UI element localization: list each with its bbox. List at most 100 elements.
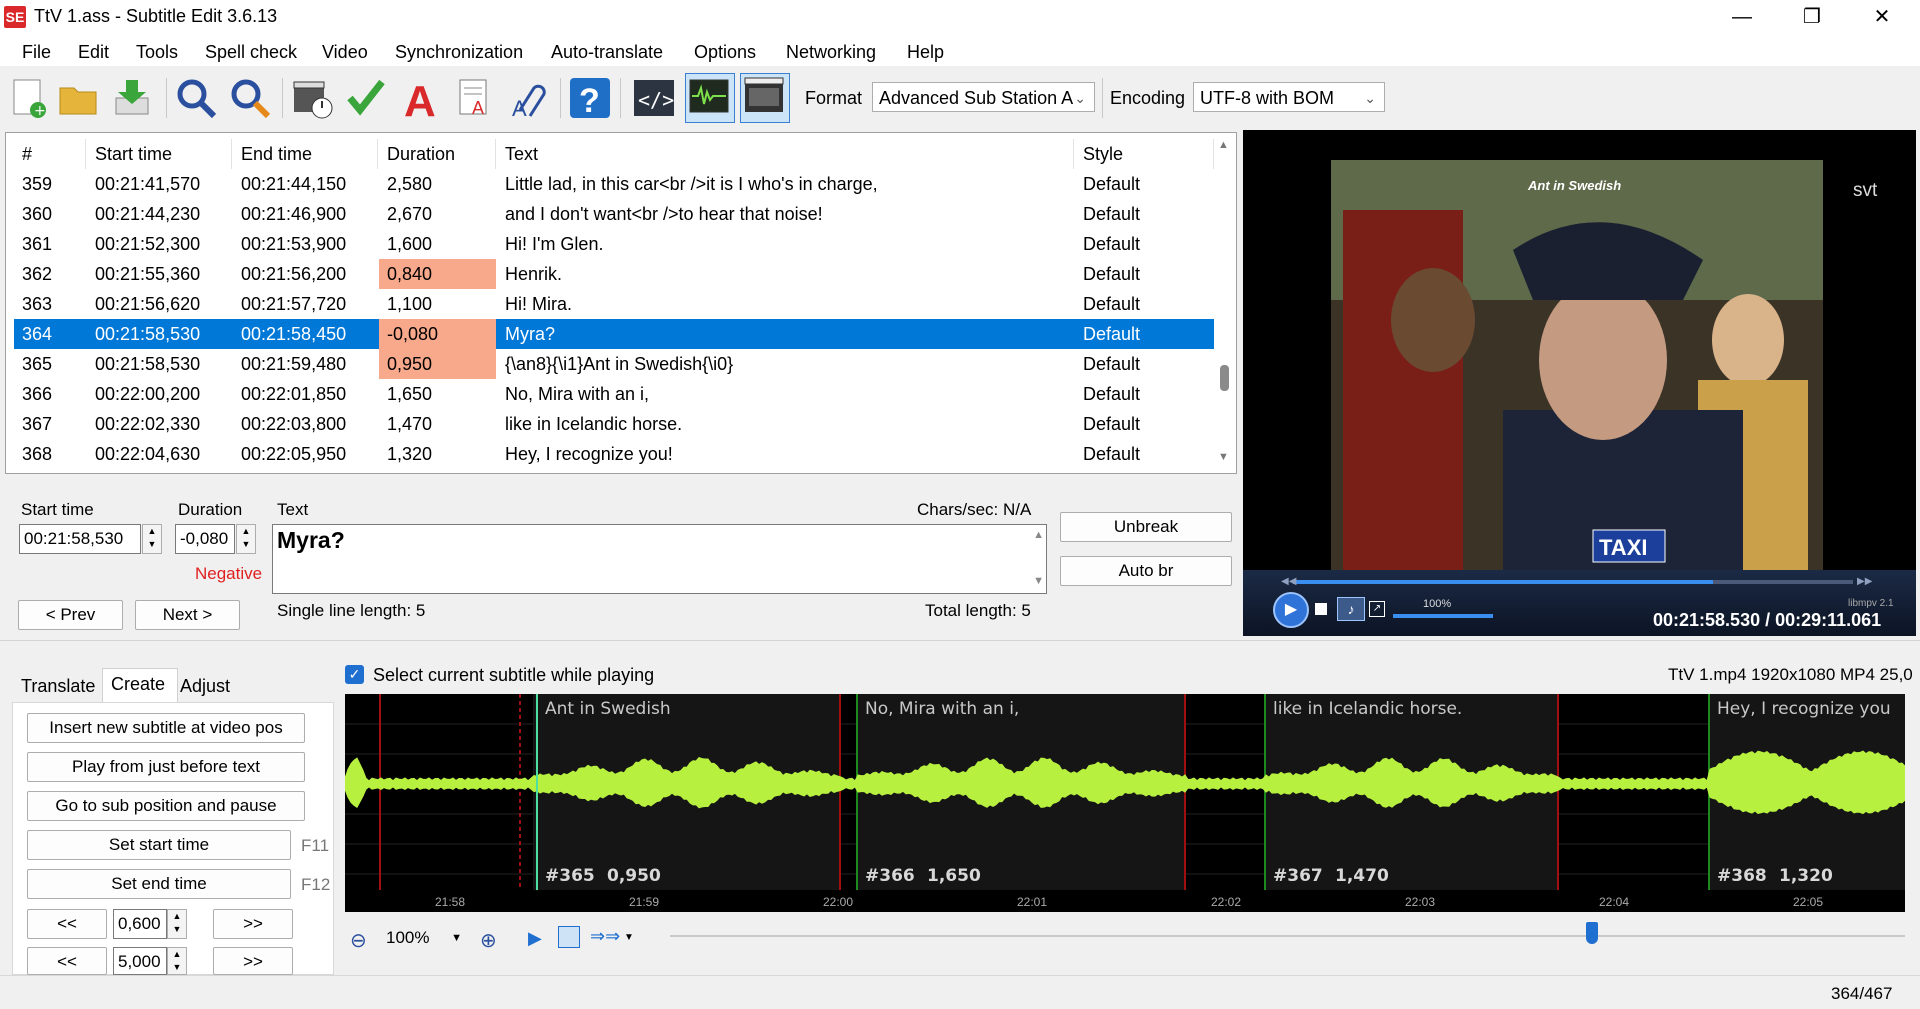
- rewind-icon[interactable]: ◀◀: [1281, 576, 1296, 587]
- scroll-down-icon[interactable]: ▼: [1033, 575, 1044, 587]
- prev-button[interactable]: < Prev: [18, 600, 123, 630]
- cell-dur: 2,580: [387, 174, 433, 194]
- col-style[interactable]: Style: [1075, 139, 1214, 169]
- col-start-time[interactable]: Start time: [87, 139, 232, 169]
- tab-create[interactable]: Create: [102, 668, 178, 704]
- go-to-sub-pause-button[interactable]: Go to sub position and pause: [27, 791, 305, 821]
- visual-sync-icon[interactable]: [290, 76, 334, 120]
- source-view-icon[interactable]: </>: [632, 76, 676, 120]
- new-file-icon[interactable]: +: [6, 76, 50, 120]
- position-slider-thumb[interactable]: [1586, 922, 1598, 944]
- insert-subtitle-button[interactable]: Insert new subtitle at video pos: [27, 713, 305, 743]
- video-file-info: TtV 1.mp4 1920x1080 MP4 25,0: [1668, 665, 1913, 684]
- unbreak-button[interactable]: Unbreak: [1060, 512, 1232, 542]
- menu-auto-translate[interactable]: Auto-translate: [551, 42, 663, 63]
- stop-button[interactable]: [1315, 603, 1327, 615]
- play-next-icon[interactable]: ⇒⇒: [590, 926, 620, 947]
- menu-options[interactable]: Options: [694, 42, 756, 63]
- step-small-input[interactable]: 0,600: [113, 909, 167, 939]
- scroll-down-icon[interactable]: ▼: [1218, 451, 1229, 463]
- attachments-icon[interactable]: A: [506, 76, 550, 121]
- step-large-spinner[interactable]: ▲ ▼: [167, 947, 187, 975]
- table-row[interactable]: 360 00:21:44,230 00:21:46,900 2,670 and I do…: [14, 199, 1214, 229]
- menu-edit[interactable]: Edit: [78, 42, 109, 63]
- auto-br-button[interactable]: Auto br: [1060, 556, 1232, 586]
- close-button[interactable]: ✕: [1852, 0, 1912, 34]
- seek-bar[interactable]: [1293, 580, 1853, 584]
- start-time-spinner[interactable]: ▲ ▼: [142, 524, 162, 554]
- menu-help[interactable]: Help: [907, 42, 944, 63]
- table-row[interactable]: 359 00:21:41,570 00:21:44,150 2,580 Little l…: [14, 169, 1214, 199]
- scroll-up-icon[interactable]: ▲: [1033, 529, 1044, 541]
- play-selection-icon[interactable]: ▶: [528, 928, 542, 949]
- text-editor[interactable]: Myra? ▲ ▼: [272, 524, 1047, 594]
- spell-check-icon[interactable]: [344, 76, 388, 120]
- table-row[interactable]: 365 00:21:58,530 00:21:59,480 0,950 {\an8}{\…: [14, 349, 1214, 379]
- find-icon[interactable]: [174, 76, 218, 120]
- table-row[interactable]: 368 00:22:04,630 00:22:05,950 1,320 Hey, I r…: [14, 439, 1214, 469]
- menu-networking[interactable]: Networking: [786, 42, 876, 63]
- fullscreen-icon[interactable]: ↗: [1369, 601, 1385, 617]
- waveform-position-slider[interactable]: [670, 935, 1905, 937]
- table-row[interactable]: 362 00:21:55,360 00:21:56,200 0,840 Henrik. D…: [14, 259, 1214, 289]
- step-forward-large-button[interactable]: >>: [213, 947, 293, 975]
- duration-input[interactable]: -0,080: [175, 524, 235, 554]
- menu-file[interactable]: File: [22, 42, 51, 63]
- start-time-input[interactable]: 00:21:58,530: [19, 524, 141, 554]
- step-back-large-button[interactable]: <<: [27, 947, 107, 975]
- fast-forward-icon[interactable]: ▶▶: [1857, 576, 1872, 587]
- tab-adjust[interactable]: Adjust: [180, 676, 230, 697]
- set-start-time-button[interactable]: Set start time: [27, 830, 291, 860]
- zoom-out-icon[interactable]: ⊖: [350, 928, 367, 953]
- col-duration[interactable]: Duration: [379, 139, 496, 169]
- step-forward-button[interactable]: >>: [213, 909, 293, 939]
- table-row[interactable]: 363 00:21:56,620 00:21:57,720 1,100 Hi! Mira…: [14, 289, 1214, 319]
- video-toggle-icon[interactable]: [740, 73, 790, 123]
- minimize-button[interactable]: —: [1712, 0, 1772, 34]
- duration-spinner[interactable]: ▲ ▼: [236, 524, 256, 554]
- col-end-time[interactable]: End time: [233, 139, 378, 169]
- scroll-up-icon[interactable]: ▲: [1218, 139, 1229, 151]
- select-current-checkbox[interactable]: ✓: [345, 665, 364, 684]
- grid-toggle-icon[interactable]: [558, 926, 580, 948]
- play-button[interactable]: ▶: [1273, 592, 1309, 628]
- table-row[interactable]: 367 00:22:02,330 00:22:03,800 1,470 like in …: [14, 409, 1214, 439]
- format-select[interactable]: Advanced Sub Station A ⌄: [872, 82, 1095, 112]
- font-style-icon[interactable]: A: [398, 76, 442, 126]
- play-before-text-button[interactable]: Play from just before text: [27, 752, 305, 782]
- encoding-select[interactable]: UTF-8 with BOM ⌄: [1193, 82, 1385, 112]
- step-large-input[interactable]: 5,000: [113, 947, 167, 975]
- menu-video[interactable]: Video: [322, 42, 368, 63]
- col-text[interactable]: Text: [497, 139, 1074, 169]
- chevron-down-icon[interactable]: ▼: [624, 932, 634, 943]
- step-back-button[interactable]: <<: [27, 909, 107, 939]
- next-button[interactable]: Next >: [135, 600, 240, 630]
- duration-label: Duration: [178, 500, 243, 519]
- col-number[interactable]: #: [14, 139, 86, 169]
- help-icon[interactable]: ?: [568, 76, 612, 120]
- replace-icon[interactable]: [228, 76, 272, 120]
- table-row[interactable]: 364 00:21:58,530 00:21:58,450 -0,080 Myra? De…: [14, 319, 1214, 349]
- set-end-time-button[interactable]: Set end time: [27, 869, 291, 899]
- menu-tools[interactable]: Tools: [136, 42, 178, 63]
- save-download-icon[interactable]: [110, 76, 154, 120]
- volume-bar[interactable]: [1393, 614, 1493, 618]
- properties-icon[interactable]: A: [452, 76, 496, 120]
- audio-waveform[interactable]: Ant in Swedish No, Mira with an i, like …: [345, 694, 1905, 912]
- table-row[interactable]: 361 00:21:52,300 00:21:53,900 1,600 Hi! I'm …: [14, 229, 1214, 259]
- restore-button[interactable]: ❐: [1782, 0, 1842, 34]
- mute-icon[interactable]: ♪: [1337, 597, 1365, 621]
- zoom-select[interactable]: 100% ▼: [380, 924, 476, 952]
- tab-translate[interactable]: Translate: [21, 676, 95, 697]
- open-folder-icon[interactable]: [56, 76, 100, 120]
- scroll-thumb[interactable]: [1220, 365, 1229, 391]
- menu-spell-check[interactable]: Spell check: [205, 42, 297, 63]
- video-player[interactable]: TAXI Ant in Swedish svt ◀◀ ▶▶ ▶ ♪ ↗ 100%…: [1243, 130, 1916, 636]
- zoom-in-icon[interactable]: ⊕: [480, 928, 497, 953]
- table-row[interactable]: 366 00:22:00,200 00:22:01,850 1,650 No, Mira…: [14, 379, 1214, 409]
- waveform-toggle-icon[interactable]: [685, 73, 735, 123]
- subtitle-grid[interactable]: # Start time End time Duration Text Styl…: [5, 132, 1237, 474]
- menu-synchronization[interactable]: Synchronization: [395, 42, 523, 63]
- grid-scrollbar[interactable]: ▲ ▼: [1216, 135, 1232, 471]
- step-small-spinner[interactable]: ▲ ▼: [167, 909, 187, 939]
